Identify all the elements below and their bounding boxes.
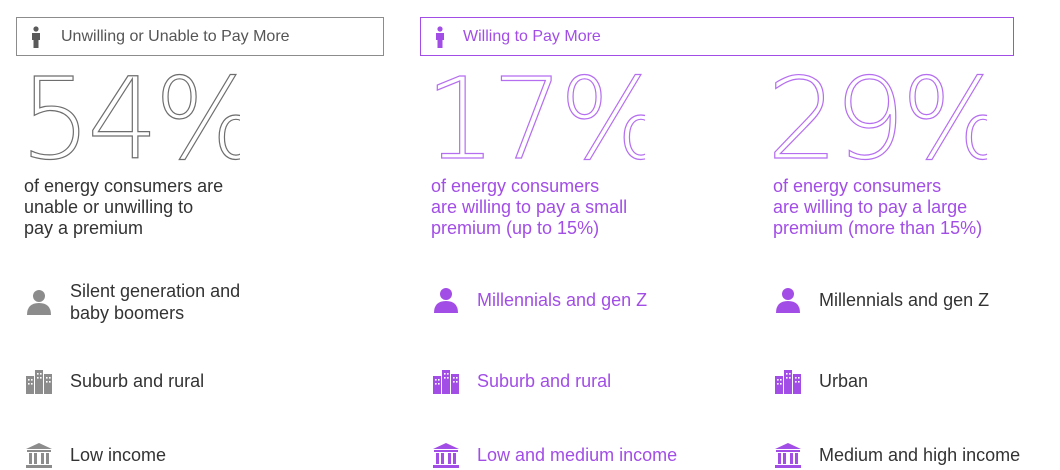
attribute-area: Urban [773,366,868,396]
generation-label: Silent generation and baby boomers [70,281,241,323]
percent-text: 29% [767,66,987,176]
column-large-premium: 29% of energy consumers are willing to p… [767,0,1060,468]
description: of energy consumers are willing to pay a… [773,176,983,238]
attribute-generation: Silent generation and baby boomers [24,280,240,324]
income-label: Low and medium income [477,445,678,465]
percent-text: 54% [20,66,240,176]
attribute-generation: Millennials and gen Z [431,285,647,315]
description: of energy consumers are willing to pay a… [431,176,628,238]
income-label: Medium and high income [819,445,1021,465]
area-label: Urban [819,371,869,391]
buildings-icon [431,366,461,396]
percent-text: 17% [425,66,645,176]
column-unwilling: 54% of energy consumers are unable or un… [20,0,384,468]
percent-figure: 17% [425,66,645,176]
percent-figure: 54% [20,66,240,176]
area-label: Suburb and rural [477,371,612,391]
attribute-generation: Millennials and gen Z [773,285,989,315]
attribute-area: Suburb and rural [24,366,204,396]
area-label: Suburb and rural [70,371,205,391]
user-icon [431,285,461,315]
user-icon [773,285,803,315]
buildings-icon [773,366,803,396]
percent-figure: 29% [767,66,987,176]
generation-label: Millennials and gen Z [819,290,990,310]
generation-label: Millennials and gen Z [477,290,648,310]
column-small-premium: 17% of energy consumers are willing to p… [425,0,761,468]
income-label: Low income [70,445,167,465]
description: of energy consumers are unable or unwill… [24,176,224,238]
attribute-area: Suburb and rural [431,366,611,396]
user-icon [24,287,54,317]
buildings-icon [24,366,54,396]
